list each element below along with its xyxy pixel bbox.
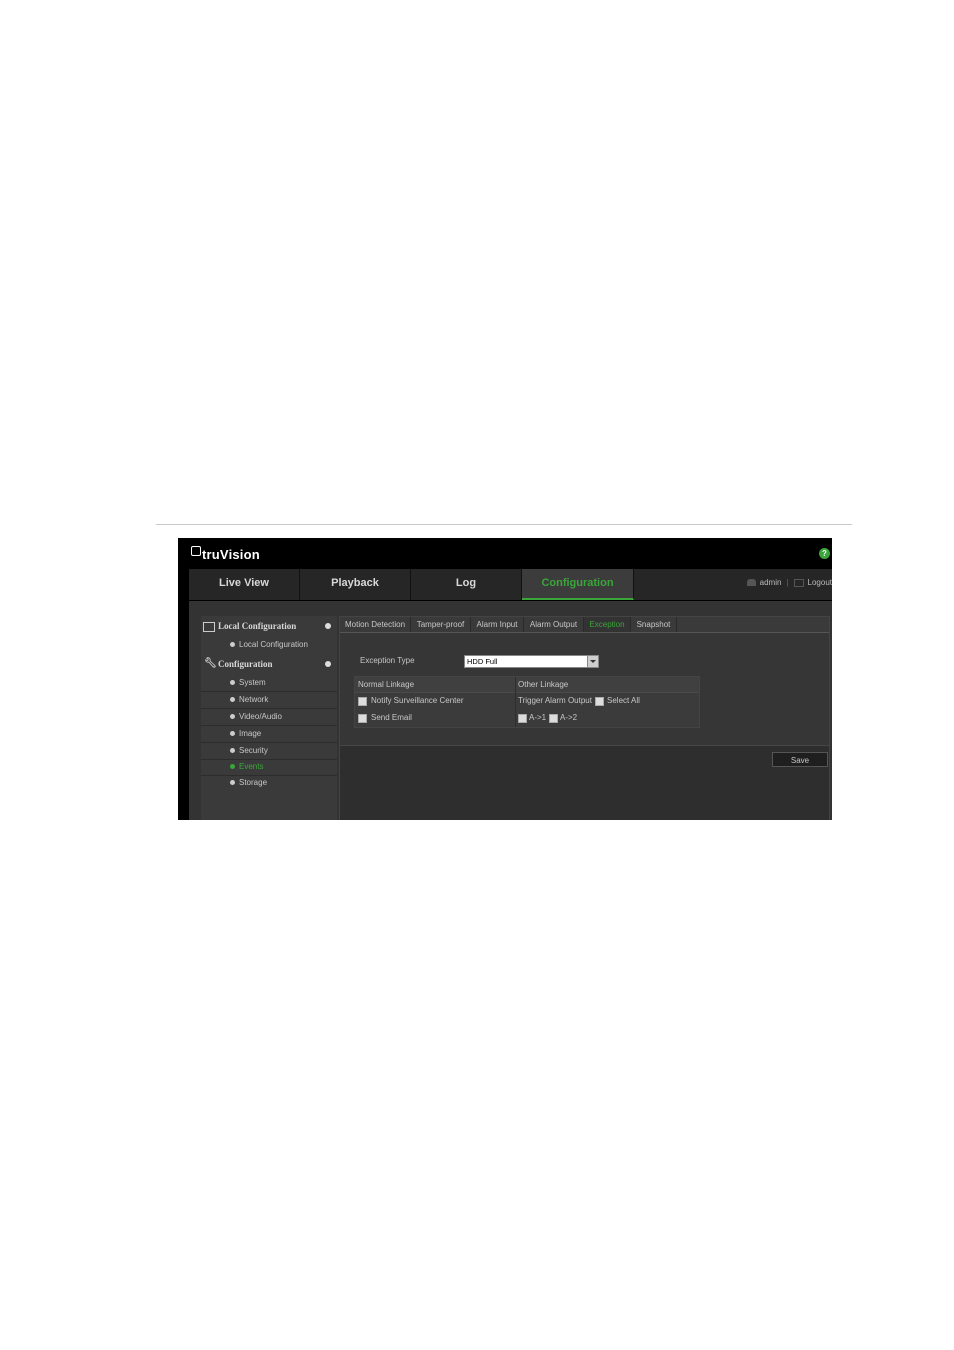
main-nav: Live View Playback Log Configuration adm… [189,569,832,600]
sub-tabs: Motion Detection Tamper-proof Alarm Inpu… [340,617,829,633]
page-divider [156,524,852,525]
other-linkage-header: Other Linkage [518,680,569,689]
tab-motion-detection[interactable]: Motion Detection [340,617,411,632]
user-area: admin | Logout [746,578,832,587]
output-a1-label: A->1 [529,713,547,722]
tab-tamper-proof[interactable]: Tamper-proof [411,617,471,632]
sidebar-item-security[interactable]: Security [201,743,337,760]
tab-exception[interactable]: Exception [584,617,631,632]
output-a1-checkbox[interactable] [518,714,527,723]
notify-surveillance-center-checkbox[interactable] [358,697,367,706]
bullet-icon [230,748,235,753]
sidebar-item-network[interactable]: Network [201,692,337,709]
save-button[interactable]: Save [772,752,828,767]
logout-link[interactable]: Logout [808,578,832,587]
top-bar: truVision ? [178,538,832,570]
tab-alarm-input[interactable]: Alarm Input [471,617,524,632]
output-a2-label: A->2 [560,713,578,722]
user-icon [746,579,756,587]
exception-panel: Exception Type HDD Full Normal Linkage O… [340,633,829,746]
bullet-icon [230,731,235,736]
wrench-icon: 🔧︎ [204,658,217,669]
sidebar-item-video-audio[interactable]: Video/Audio [201,709,337,726]
select-all-label: Select All [607,696,640,705]
tab-playback[interactable]: Playback [300,569,411,600]
send-email-checkbox[interactable] [358,714,367,723]
bullet-icon [230,680,235,685]
tab-live-view[interactable]: Live View [189,569,300,600]
bullet-icon [230,697,235,702]
collapse-icon[interactable] [325,661,331,667]
exception-type-label: Exception Type [360,656,415,665]
column-divider [515,677,516,727]
logout-icon [793,578,804,587]
send-email-label: Send Email [371,713,412,722]
sidebar-item-storage[interactable]: Storage [201,775,337,791]
bullet-icon [230,642,235,647]
bullet-icon [230,714,235,719]
sidebar: Local Configuration Local Configuration … [201,616,337,820]
collapse-icon[interactable] [325,623,331,629]
linkage-table: Normal Linkage Other Linkage Notify Surv… [354,676,700,728]
sidebar-item-local-configuration[interactable]: Local Configuration [201,637,337,653]
tab-log[interactable]: Log [411,569,522,600]
brand-logo: truVision [191,546,260,562]
sidebar-item-events[interactable]: Events [201,759,337,776]
user-name[interactable]: admin [760,578,782,587]
help-icon[interactable]: ? [819,548,830,559]
sidebar-group-configuration[interactable]: 🔧︎ Configuration [201,656,337,674]
bullet-icon [230,780,235,785]
sidebar-group-local-configuration[interactable]: Local Configuration [201,618,337,636]
sidebar-item-image[interactable]: Image [201,726,337,743]
trigger-alarm-output-label: Trigger Alarm Output [518,696,592,705]
tab-snapshot[interactable]: Snapshot [631,617,677,632]
monitor-icon [203,622,215,632]
logo-icon [191,546,201,556]
chevron-down-icon[interactable] [587,656,598,667]
app-window: truVision ? Live View Playback Log Confi… [178,538,832,820]
tab-configuration[interactable]: Configuration [522,569,634,600]
select-all-checkbox[interactable] [595,697,604,706]
tab-alarm-output[interactable]: Alarm Output [524,617,584,632]
main-panel: Motion Detection Tamper-proof Alarm Inpu… [339,616,830,820]
exception-type-select[interactable]: HDD Full [464,655,599,668]
normal-linkage-header: Normal Linkage [358,680,415,689]
notify-surveillance-center-label: Notify Surveillance Center [371,696,464,705]
sidebar-item-system[interactable]: System [201,675,337,692]
output-a2-checkbox[interactable] [549,714,558,723]
bullet-icon [230,764,235,769]
